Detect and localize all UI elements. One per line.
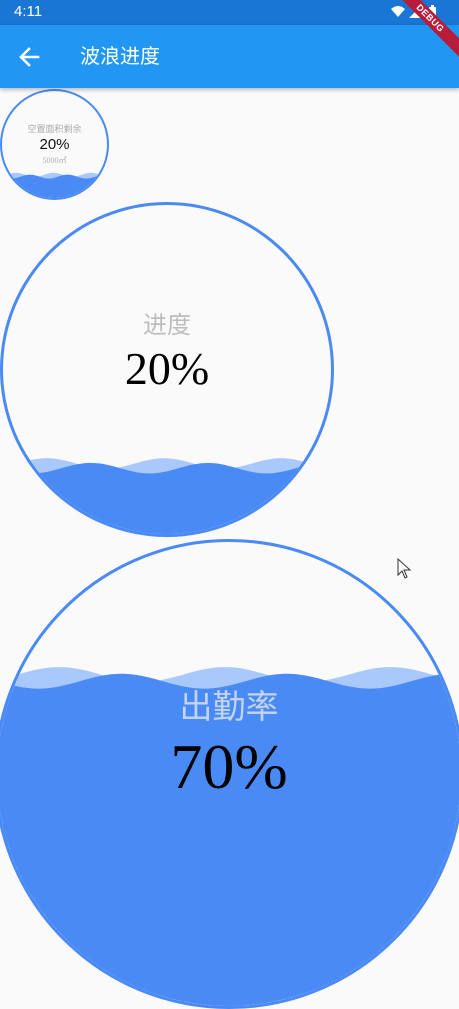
debug-banner: DEBUG: [399, 0, 459, 60]
status-time: 4:11: [14, 3, 43, 20]
wave-value: 70%: [170, 731, 288, 802]
debug-banner-label: DEBUG: [399, 0, 459, 60]
wave-progress-medium: 进度 20%: [0, 202, 334, 537]
wave-value: 20%: [39, 136, 70, 153]
wave-value: 20%: [124, 343, 210, 394]
page-title: 波浪进度: [80, 44, 160, 68]
wave-label: 进度: [143, 311, 191, 339]
arrow-back-icon: [19, 47, 40, 67]
status-bar: 4:11: [0, 0, 459, 25]
back-button[interactable]: [13, 41, 45, 73]
app-bar: 波浪进度: [0, 25, 459, 88]
wave-progress-large: 出勤率 70%: [0, 539, 459, 1009]
wave-label: 出勤率: [179, 687, 279, 726]
wave-progress-small: 空置面积剩余 20% 5000㎡: [0, 89, 109, 200]
wave-subtext: 5000㎡: [42, 156, 67, 165]
wave-front: [2, 174, 107, 198]
wave-front: [3, 462, 331, 534]
mouse-cursor-icon: [397, 558, 411, 579]
wave-label: 空置面积剩余: [27, 125, 82, 135]
